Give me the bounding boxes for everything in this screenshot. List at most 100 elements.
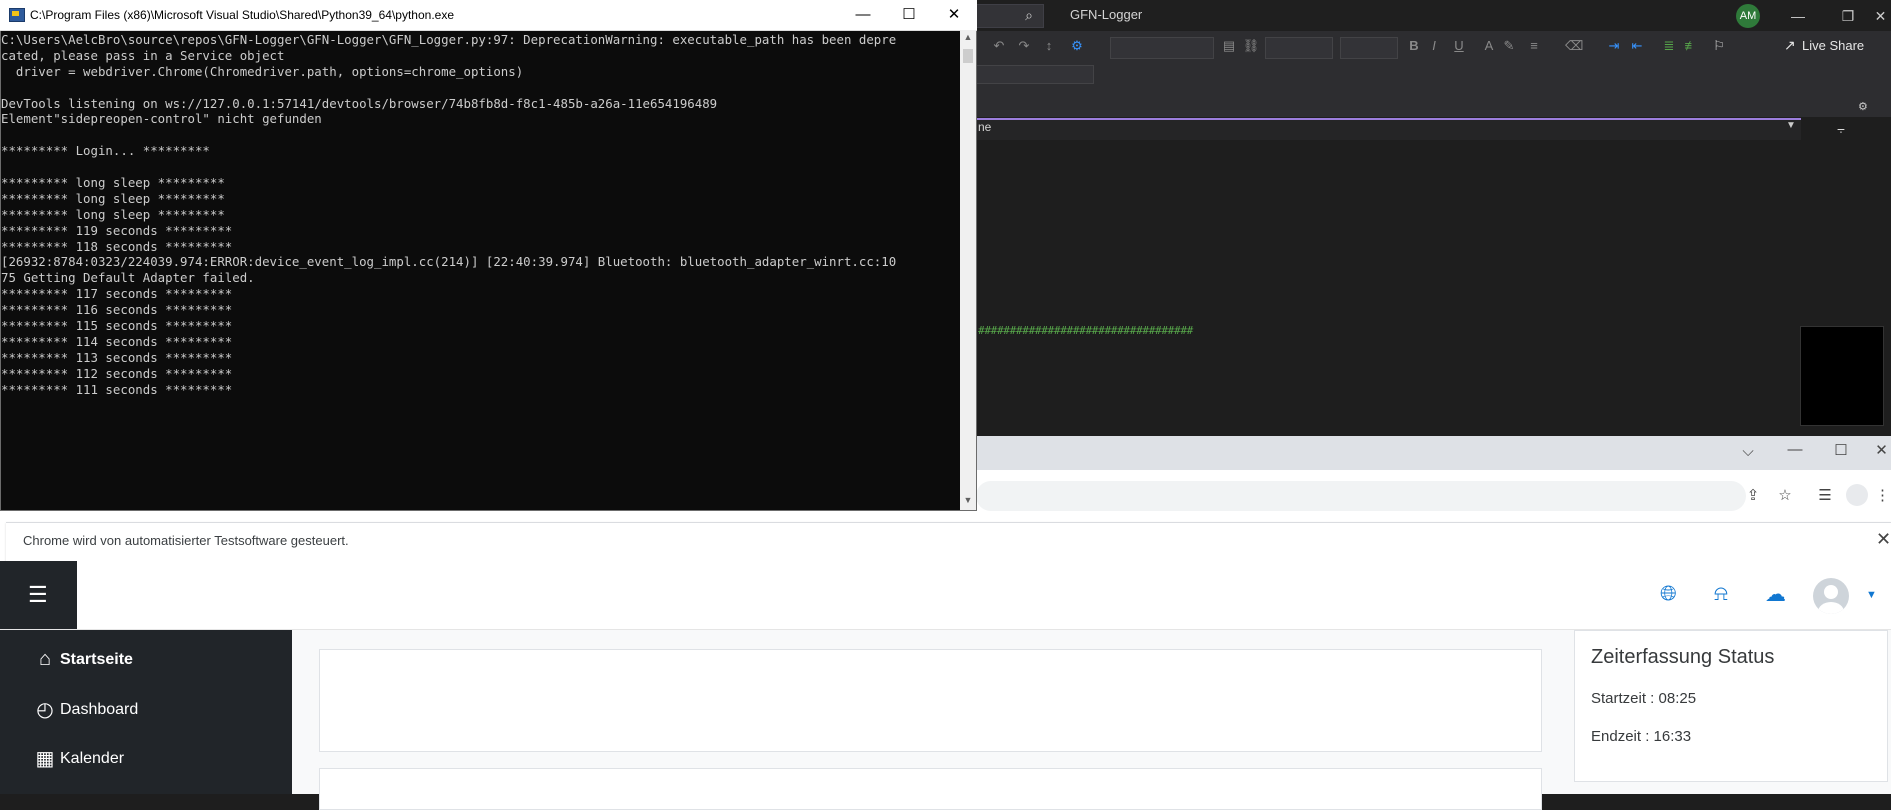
vs-size-combo[interactable] xyxy=(1340,37,1398,59)
link-icon[interactable]: ⛓ xyxy=(1242,38,1260,54)
console-minimize-button[interactable]: — xyxy=(840,0,886,30)
console-scrollbar[interactable] xyxy=(960,30,976,510)
globe-icon[interactable]: 🌐︎ xyxy=(1660,582,1677,606)
scroll-thumb[interactable] xyxy=(963,49,973,63)
chevron-down-icon[interactable]: ▼ xyxy=(1786,120,1796,131)
redo-icon[interactable]: ↷ xyxy=(1015,38,1033,54)
chrome-menu-icon[interactable]: ⋮ xyxy=(1874,486,1891,504)
calendar-icon: ▦ xyxy=(35,748,55,770)
console-line: ********* long sleep ********* xyxy=(1,206,225,222)
close-icon[interactable]: ✕ xyxy=(1876,529,1891,550)
scroll-up-icon[interactable]: ▲ xyxy=(960,32,976,46)
chevron-down-icon[interactable]: ▼ xyxy=(1866,589,1877,601)
sidebar-item-kalender[interactable]: ▦ Kalender xyxy=(34,746,125,771)
console-line: Element"sidepreopen-control" nicht gefun… xyxy=(1,111,322,127)
vs-restore-button[interactable]: ❐ xyxy=(1830,4,1866,28)
live-share-button[interactable]: Live Share xyxy=(1802,38,1864,53)
italic-icon[interactable]: I xyxy=(1425,38,1443,53)
avatar-body xyxy=(1818,602,1844,614)
console-line: ********* 119 seconds ********* xyxy=(1,222,233,238)
vs-font-combo[interactable] xyxy=(1265,37,1333,59)
console-line: ********* long sleep ********* xyxy=(1,175,225,191)
infobar-message: Chrome wird von automatisierter Testsoft… xyxy=(23,533,349,548)
avatar-head xyxy=(1824,585,1838,599)
console-line: ********* 112 seconds ********* xyxy=(1,365,233,381)
console-line: C:\Users\AelcBro\source\repos\GFN-Logger… xyxy=(1,32,897,47)
dashboard-icon: ◴ xyxy=(36,699,54,721)
console-line: ********* 113 seconds ********* xyxy=(1,349,233,365)
comment-icon[interactable]: ≣ xyxy=(1660,38,1678,54)
underline-icon[interactable]: U xyxy=(1450,38,1468,53)
console-line: ********* 116 seconds ********* xyxy=(1,302,233,318)
console-line: ********* 115 seconds ********* xyxy=(1,318,233,334)
live-share-icon[interactable]: ↗ xyxy=(1784,37,1796,54)
console-line: ********* long sleep ********* xyxy=(1,190,225,206)
vs-minimize-button[interactable]: — xyxy=(1780,4,1816,28)
sidebar-item-dashboard[interactable]: ◴ Dashboard xyxy=(34,697,138,722)
vs-config-combo[interactable] xyxy=(1110,37,1214,59)
home-icon: ⌂ xyxy=(38,648,52,670)
format-icon[interactable]: ▤ xyxy=(1220,38,1238,54)
chrome-close-button[interactable]: ✕ xyxy=(1872,441,1891,459)
sidebar-item-startseite[interactable]: ⌂ Startseite xyxy=(34,648,133,671)
avatar[interactable] xyxy=(1813,578,1849,614)
reading-list-icon[interactable]: ☰ xyxy=(1812,486,1838,504)
bookmark-icon[interactable]: ⚐ xyxy=(1710,38,1728,54)
debug-target-icon[interactable]: ⚙ xyxy=(1068,38,1086,54)
vs-minimap-viewport[interactable] xyxy=(1800,326,1884,426)
zeiterfassung-title: Zeiterfassung Status xyxy=(1591,646,1775,668)
chrome-minimize-button[interactable]: — xyxy=(1782,441,1808,458)
highlight-icon[interactable]: ✎ xyxy=(1500,38,1518,54)
share-icon[interactable]: ⇪ xyxy=(1740,486,1766,504)
console-line: [26932:8784:0323/224039.974:ERROR:device… xyxy=(1,254,897,270)
content-card xyxy=(319,649,1542,752)
vs-scope-combo[interactable] xyxy=(976,65,1094,84)
console-line: ********* Login... ********* xyxy=(1,143,210,159)
console-line: 75 Getting Default Adapter failed. xyxy=(1,270,255,286)
search-icon[interactable]: ⌕ xyxy=(1018,4,1040,26)
console-close-button[interactable]: ✕ xyxy=(931,0,977,30)
sidebar-item-label: Kalender xyxy=(60,749,125,767)
vs-close-button[interactable]: ✕ xyxy=(1870,4,1891,28)
vs-navigation-bar[interactable] xyxy=(975,118,1801,141)
start-time: Startzeit : 08:25 xyxy=(1591,690,1697,707)
console-maximize-button[interactable]: ☐ xyxy=(886,0,932,30)
chrome-address-bar[interactable] xyxy=(976,481,1746,511)
bell-icon[interactable]: ⍾ xyxy=(1714,582,1728,606)
vs-solution-name: GFN-Logger xyxy=(1070,7,1143,22)
tab-search-icon[interactable]: ⌵ xyxy=(1735,443,1761,460)
console-line: ********* 111 seconds ********* xyxy=(1,381,233,397)
sidebar-item-label: Dashboard xyxy=(60,700,139,718)
vs-user-avatar[interactable]: AM xyxy=(1736,4,1760,28)
eraser-icon[interactable]: ⌫ xyxy=(1565,38,1583,54)
scroll-down-icon[interactable]: ▼ xyxy=(960,495,976,509)
chrome-profile-icon[interactable] xyxy=(1846,484,1868,506)
console-line: DevTools listening on ws://127.0.0.1:571… xyxy=(1,95,718,111)
console-line: ********* 118 seconds ********* xyxy=(1,238,233,254)
bold-icon[interactable]: B xyxy=(1405,38,1423,53)
bookmark-star-icon[interactable]: ☆ xyxy=(1772,486,1798,504)
vs-code-editor[interactable] xyxy=(975,140,1797,436)
hamburger-icon[interactable]: ☰ xyxy=(28,582,48,608)
step-icon[interactable]: ↕ xyxy=(1040,38,1058,53)
align-icon[interactable]: ≡ xyxy=(1525,38,1543,53)
console-line: driver = webdriver.Chrome(Chromedriver.p… xyxy=(1,63,524,79)
content-card xyxy=(319,768,1542,810)
undo-icon[interactable]: ↶ xyxy=(990,38,1008,54)
chat-bubble-icon[interactable]: ☁ xyxy=(1765,582,1786,607)
outdent-icon[interactable]: ⇤ xyxy=(1628,38,1646,54)
chrome-maximize-button[interactable]: ☐ xyxy=(1828,441,1854,459)
split-editor-icon[interactable]: ⨪ xyxy=(1828,117,1854,139)
console-output[interactable]: C:\Users\AelcBro\source\repos\GFN-Logger… xyxy=(1,32,959,397)
uncomment-icon[interactable]: ≢ xyxy=(1682,38,1700,53)
sidebar-item-label: Startseite xyxy=(60,650,133,668)
indent-icon[interactable]: ⇥ xyxy=(1605,38,1623,54)
settings-icon[interactable]: ⚙ xyxy=(1858,100,1868,113)
font-color-icon[interactable]: A xyxy=(1480,38,1498,53)
console-line: ********* 114 seconds ********* xyxy=(1,333,233,349)
moodle-header xyxy=(0,561,1891,630)
python-icon-accent xyxy=(12,11,19,16)
vs-navigation-member: ne xyxy=(978,120,992,134)
